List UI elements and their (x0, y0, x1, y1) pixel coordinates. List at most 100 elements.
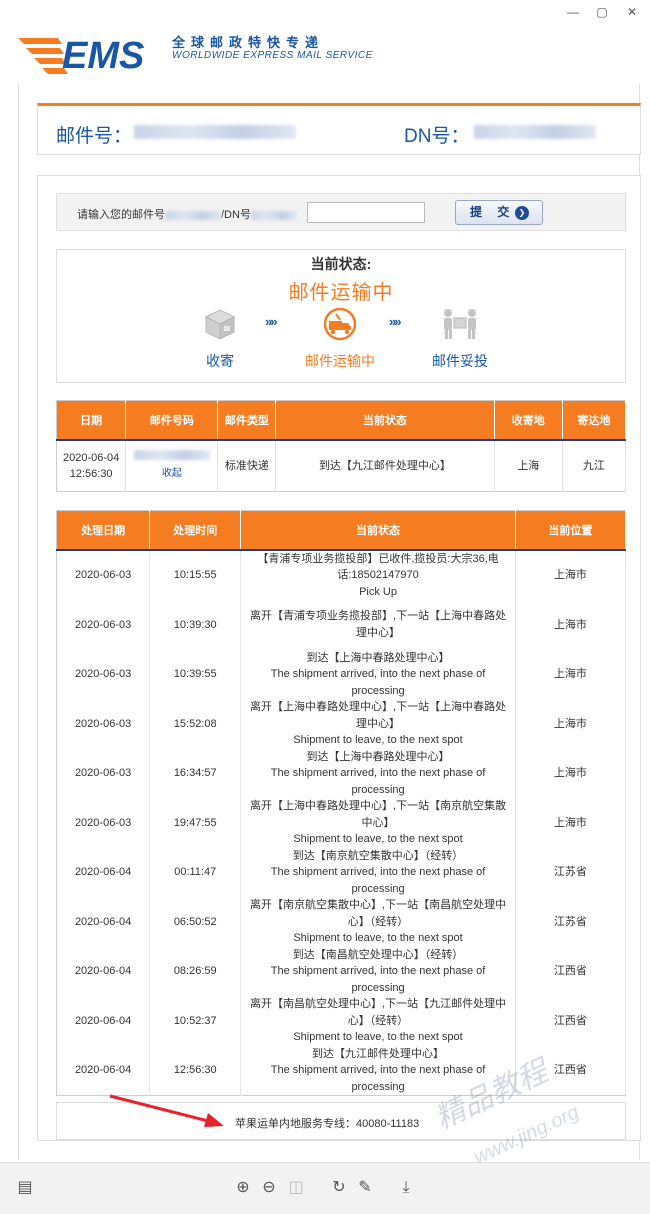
step-received: 收寄 (175, 306, 265, 371)
zoom-out-icon[interactable]: ⊖ (258, 1177, 280, 1199)
hotline-text: 苹果运单内地服务专线：40080-11183 (235, 1118, 420, 1130)
summary-header-cell: 寄达地 (562, 400, 627, 440)
status-title: 当前状态: (310, 256, 372, 272)
tracking-row: 2020-06-04 08:26:59 到达【南昌航空处理中心】（经转） The sh… (56, 946, 627, 996)
search-label: 请输入您的邮件号/DN号 (77, 206, 297, 222)
download-icon[interactable]: ⤓ (395, 1177, 417, 1199)
red-arrow-annotation (109, 1094, 224, 1127)
ems-logo: EMS (18, 35, 144, 76)
summary-number: 收起 (125, 439, 219, 492)
tracking-time: 15:52:08 (149, 699, 242, 749)
summary-origin: 上海 (494, 439, 563, 492)
draw-icon[interactable]: ✎ (354, 1177, 376, 1199)
tracking-row: 2020-06-03 16:34:57 到达【上海中春路处理中心】 The shipm… (56, 748, 627, 798)
tracking-status-en: The shipment arrived, into the next phas… (270, 767, 486, 796)
summary-dest: 九江 (562, 439, 627, 492)
tracking-time: 10:52:37 (149, 996, 242, 1046)
tracking-status-en: Shipment to leave, to the next spot (293, 833, 463, 845)
tracking-location: 江苏省 (515, 897, 627, 947)
summary-header-row: 日期 邮件号码 邮件类型 当前状态 收寄地 寄达地 (56, 400, 627, 440)
summary-header-cell: 收寄地 (494, 400, 563, 440)
tracking-row: 2020-06-03 15:52:08 离开【上海中春路处理中心】,下一站【上海中春… (56, 699, 627, 749)
search-label-redacted (165, 210, 221, 220)
tracking-date: 2020-06-04 (56, 847, 151, 897)
brand-cn: 全球邮政特快专递 (172, 35, 325, 50)
tracking-time: 12:56:30 (149, 1045, 242, 1096)
tracking-row: 2020-06-03 10:39:30 离开【青浦专项业务揽投部】,下一站【上海中春… (56, 600, 627, 650)
tracking-status-cn: 离开【南昌航空处理中心】,下一站【九江邮件处理中心】（经转） (250, 998, 507, 1027)
box-icon (204, 309, 236, 340)
collapse-link[interactable]: 收起 (162, 468, 182, 479)
tracking-location: 上海市 (515, 549, 627, 600)
close-button[interactable]: ✕ (623, 3, 641, 21)
tracking-status-en: Shipment to leave, to the next spot (293, 1031, 463, 1043)
mail-number-label: 邮件号： (56, 126, 133, 147)
search-label-redacted-2 (250, 210, 297, 220)
tracking-row: 2020-06-04 10:52:37 离开【南昌航空处理中心】,下一站【九江邮件处… (56, 996, 627, 1046)
tracking-date: 2020-06-03 (56, 798, 151, 848)
tracking-status-en: The shipment arrived, into the next phas… (270, 965, 486, 994)
tracking-location: 上海市 (515, 649, 627, 699)
tracking-time: 10:39:55 (149, 649, 242, 699)
rotate-icon[interactable]: ↻ (328, 1177, 350, 1199)
step-delivered-label: 邮件妥投 (432, 353, 488, 369)
sidebar-icon[interactable]: ▤ (14, 1177, 36, 1199)
tracking-date: 2020-06-03 (56, 699, 151, 749)
tracking-header-cell: 处理时间 (149, 510, 242, 550)
submit-label: 提 交 (470, 205, 516, 219)
summary-status: 到达【九江邮件处理中心】 (275, 439, 495, 492)
tracking-status: 离开【上海中春路处理中心】,下一站【南京航空集散中心】 Shipment to l… (240, 798, 516, 848)
status-panel: 当前状态: 邮件运输中 收寄 »» 邮件运输中 »» 邮件妥投 (56, 249, 626, 383)
tracking-table: 处理日期 处理时间 当前状态 当前位置 2020-06-03 10:15:55 【青… (56, 510, 627, 1096)
tracking-location: 江西省 (515, 946, 627, 996)
tracking-status: 到达【南昌航空处理中心】（经转） The shipment arrived, in… (240, 946, 516, 996)
tracking-body: 2020-06-03 10:15:55 【青浦专项业务揽投部】已收件,揽投员:大宗3… (56, 549, 627, 1096)
tracking-status: 到达【上海中春路处理中心】 The shipment arrived, into … (240, 748, 516, 798)
current-status: 邮件运输中 (288, 282, 394, 304)
number-box: 邮件号： DN号： (37, 103, 641, 155)
tracking-date: 2020-06-03 (56, 649, 151, 699)
submit-button[interactable]: 提 交 ❯ (455, 200, 543, 225)
tracking-status-cn: 离开【南京航空集散中心】,下一站【南昌航空处理中心】（经转） (250, 899, 507, 928)
tracking-header-row: 处理日期 处理时间 当前状态 当前位置 (56, 510, 627, 550)
summary-header-cell: 邮件号码 (125, 400, 219, 440)
tracking-status: 离开【南京航空集散中心】,下一站【南昌航空处理中心】（经转） Shipment t… (240, 897, 516, 947)
maximize-button[interactable]: ▢ (593, 3, 611, 21)
mail-number-redacted (134, 125, 296, 139)
tracking-status: 【青浦专项业务揽投部】已收件,揽投员:大宗36,电话:18502147970 Pi… (240, 549, 516, 600)
step-in-transit: 邮件运输中 (295, 306, 385, 371)
summary-header-cell: 日期 (56, 400, 127, 440)
zoom-in-icon[interactable]: ⊕ (232, 1177, 254, 1199)
ems-header: EMS 全球邮政特快专递 WORLDWIDE EXPRESS MAIL SERV… (0, 22, 650, 82)
tracking-date: 2020-06-03 (56, 600, 151, 650)
tracking-row: 2020-06-04 06:50:52 离开【南京航空集散中心】,下一站【南昌航空处… (56, 897, 627, 947)
tracking-row: 2020-06-03 10:15:55 【青浦专项业务揽投部】已收件,揽投员:大宗3… (56, 549, 627, 600)
tracking-row: 2020-06-04 00:11:47 到达【南京航空集散中心】（经转） The sh… (56, 847, 627, 897)
tracking-status-cn: 到达【九江邮件处理中心】 (312, 1047, 445, 1060)
arrow-right-icon: ❯ (515, 206, 529, 220)
tracking-status-cn: 离开【上海中春路处理中心】,下一站【南京航空集散中心】 (250, 800, 507, 829)
truck-icon (323, 307, 357, 341)
dn-number-label: DN号： (404, 126, 470, 147)
tracking-date: 2020-06-04 (56, 996, 151, 1046)
tracking-date: 2020-06-04 (56, 897, 151, 947)
tracking-time: 10:15:55 (149, 549, 242, 600)
search-input[interactable] (307, 202, 425, 223)
tracking-status-en: The shipment arrived, into the next phas… (270, 668, 486, 697)
step-arrow-1: »» (265, 314, 278, 329)
tracking-time: 00:11:47 (149, 847, 242, 897)
brand-en: WORLDWIDE EXPRESS MAIL SERVICE (172, 50, 373, 61)
tracking-status-en: Shipment to leave, to the next spot (293, 734, 463, 746)
tracking-status-cn: 到达【上海中春路处理中心】 (306, 651, 450, 664)
tracking-status: 离开【青浦专项业务揽投部】,下一站【上海中春路处理中心】 (240, 600, 516, 650)
tracking-status-en: Pick Up (359, 585, 397, 598)
tracking-time: 06:50:52 (149, 897, 242, 947)
summary-header-cell: 邮件类型 (217, 400, 277, 440)
minimize-button[interactable]: — (564, 3, 582, 21)
tracking-date: 2020-06-04 (56, 946, 151, 996)
tracking-status: 离开【南昌航空处理中心】,下一站【九江邮件处理中心】（经转） Shipment t… (240, 996, 516, 1046)
fit-page-icon[interactable]: ◫ (285, 1177, 307, 1199)
tracking-status-en: The shipment arrived, into the next phas… (270, 866, 486, 895)
tracking-status: 到达【南京航空集散中心】（经转） The shipment arrived, in… (240, 847, 516, 897)
tracking-location: 江西省 (515, 996, 627, 1046)
